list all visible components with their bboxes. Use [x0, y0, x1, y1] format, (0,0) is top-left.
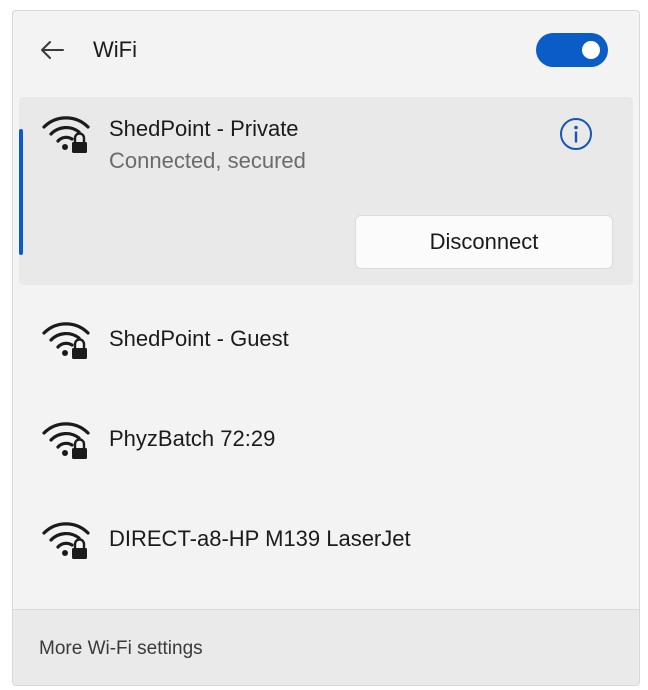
wifi-secured-icon: [42, 116, 90, 153]
selection-indicator: [19, 129, 23, 255]
more-wifi-settings-link[interactable]: More Wi-Fi settings: [39, 638, 203, 660]
wifi-secured-icon: [42, 522, 90, 559]
network-properties-button[interactable]: [559, 117, 593, 151]
network-name: ShedPoint - Guest: [109, 326, 289, 351]
info-icon: [560, 118, 592, 150]
disconnect-button[interactable]: Disconnect: [355, 215, 613, 269]
back-button[interactable]: [37, 35, 67, 65]
network-name: ShedPoint - Private: [109, 116, 299, 141]
network-status: Connected, secured: [109, 148, 306, 173]
network-item-connected[interactable]: ShedPoint - Private Connected, secured D…: [19, 97, 633, 285]
toggle-knob: [582, 41, 600, 59]
network-name: PhyzBatch 72:29: [109, 426, 276, 451]
network-item[interactable]: DIRECT-a8-HP M139 LaserJet: [19, 493, 633, 593]
network-item[interactable]: PhyzBatch 72:29: [19, 393, 633, 493]
wifi-secured-icon: [42, 322, 90, 359]
arrow-left-icon: [41, 41, 64, 59]
network-name: DIRECT-a8-HP M139 LaserJet: [109, 526, 411, 551]
wifi-toggle[interactable]: [536, 33, 608, 67]
wifi-secured-icon: [42, 422, 90, 459]
network-item[interactable]: ShedPoint - Guest: [19, 293, 633, 393]
wifi-flyout: WiFi ShedPoint - Private Connected, secu…: [12, 10, 640, 686]
network-item-partial[interactable]: [19, 593, 633, 609]
flyout-header: WiFi: [13, 11, 639, 91]
page-title: WiFi: [93, 37, 137, 62]
flyout-footer: More Wi-Fi settings: [13, 609, 639, 685]
